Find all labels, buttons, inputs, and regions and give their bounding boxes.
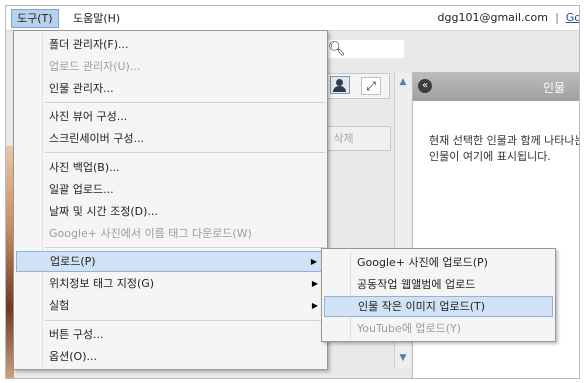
menu-item-options[interactable]: 옵션(O)...	[16, 346, 325, 367]
menu-item-label: 업로드 관리자(U)...	[49, 60, 141, 73]
menu-item-adjust-datetime[interactable]: 날짜 및 시간 조정(D)...	[16, 201, 325, 222]
menu-separator	[45, 247, 325, 248]
menubar-separator: |	[555, 11, 559, 24]
menu-item-photo-backup[interactable]: 사진 백업(B)...	[16, 157, 325, 178]
menu-item-label: 날짜 및 시간 조정(D)...	[49, 205, 158, 218]
submenu-arrow-icon: ▶	[310, 257, 317, 266]
menu-separator	[45, 152, 325, 153]
menu-item-upload-manager: 업로드 관리자(U)...	[16, 56, 325, 77]
menu-item-label: 인물 작은 이미지 업로드(T)	[358, 300, 485, 313]
expand-icon[interactable]: ⤢	[361, 77, 381, 95]
menu-item-label: 옵션(O)...	[49, 350, 97, 363]
submenu-arrow-icon: ▶	[311, 301, 318, 310]
menu-item-label: 폴더 관리자(F)...	[49, 38, 129, 51]
menu-separator	[45, 320, 325, 321]
menu-item-download-name-tags: Google+ 사진에서 이름 태그 다운로드(W)	[16, 223, 325, 244]
menu-separator	[45, 102, 325, 103]
menu-item-upload-collab-album[interactable]: 공동작업 웹앨범에 업로드	[324, 274, 553, 295]
search-icon[interactable]: 🔍︎	[328, 41, 346, 57]
menu-item-label: 사진 뷰어 구성...	[49, 110, 128, 123]
menu-item-label: Google+ 사진에서 이름 태그 다운로드(W)	[49, 227, 252, 240]
menu-item-screensaver-config[interactable]: 스크린세이버 구성...	[16, 128, 325, 149]
google-link[interactable]: Go	[566, 11, 579, 24]
menu-item-upload-google-plus[interactable]: Google+ 사진에 업로드(P)	[324, 252, 553, 273]
menu-item-experiments[interactable]: 실험 ▶	[16, 295, 325, 316]
menu-item-batch-upload[interactable]: 일괄 업로드...	[16, 179, 325, 200]
person-icon[interactable]	[330, 76, 350, 94]
upload-submenu: Google+ 사진에 업로드(P) 공동작업 웹앨범에 업로드 인물 작은 이…	[321, 248, 556, 342]
menu-item-label: 위치정보 태그 지정(G)	[49, 277, 155, 290]
menu-item-label: 스크린세이버 구성...	[49, 132, 144, 145]
menu-item-folder-manager[interactable]: 폴더 관리자(F)...	[16, 34, 325, 55]
menu-item-label: YouTube에 업로드(Y)	[357, 322, 462, 335]
menu-tools[interactable]: 도구(T)	[11, 9, 59, 28]
tools-menu: 폴더 관리자(F)... 업로드 관리자(U)... 인물 관리자... 사진 …	[13, 30, 328, 370]
menu-item-label: 공동작업 웹앨범에 업로드	[357, 278, 476, 291]
side-panel-message: 현재 선택한 인물과 함께 나타나는 인물이 여기에 표시됩니다.	[429, 134, 580, 163]
menu-item-label: 버튼 구성...	[49, 328, 104, 341]
account-email: dgg101@gmail.com	[437, 11, 548, 24]
menu-item-label: Google+ 사진에 업로드(P)	[357, 256, 488, 269]
collapse-icon[interactable]: «	[418, 79, 432, 93]
scroll-up-icon[interactable]: ▲	[395, 74, 411, 90]
menu-item-button-config[interactable]: 버튼 구성...	[16, 324, 325, 345]
side-panel-header: « 인물	[413, 72, 579, 101]
scroll-down-icon[interactable]: ▼	[395, 350, 411, 366]
menu-item-upload[interactable]: 업로드(P) ▶	[16, 251, 325, 272]
menu-help[interactable]: 도움말(H)	[68, 10, 125, 27]
side-panel-title: 인물	[543, 81, 566, 95]
menu-item-label: 실험	[49, 299, 70, 312]
menu-item-label: 일괄 업로드...	[49, 183, 114, 196]
menu-item-upload-youtube: YouTube에 업로드(Y)	[324, 318, 553, 339]
menu-item-upload-person-thumbnails[interactable]: 인물 작은 이미지 업로드(T)	[324, 296, 553, 317]
menu-item-photo-viewer-config[interactable]: 사진 뷰어 구성...	[16, 106, 325, 127]
menu-item-label: 업로드(P)	[50, 255, 96, 268]
menu-item-label: 인물 관리자...	[49, 82, 114, 95]
submenu-arrow-icon: ▶	[311, 279, 318, 288]
menu-bar: 도구(T) 도움말(H) dgg101@gmail.com | Go	[6, 6, 579, 31]
menu-item-geotag[interactable]: 위치정보 태그 지정(G) ▶	[16, 273, 325, 294]
menu-item-label: 사진 백업(B)...	[49, 161, 120, 174]
menu-item-people-manager[interactable]: 인물 관리자...	[16, 78, 325, 99]
